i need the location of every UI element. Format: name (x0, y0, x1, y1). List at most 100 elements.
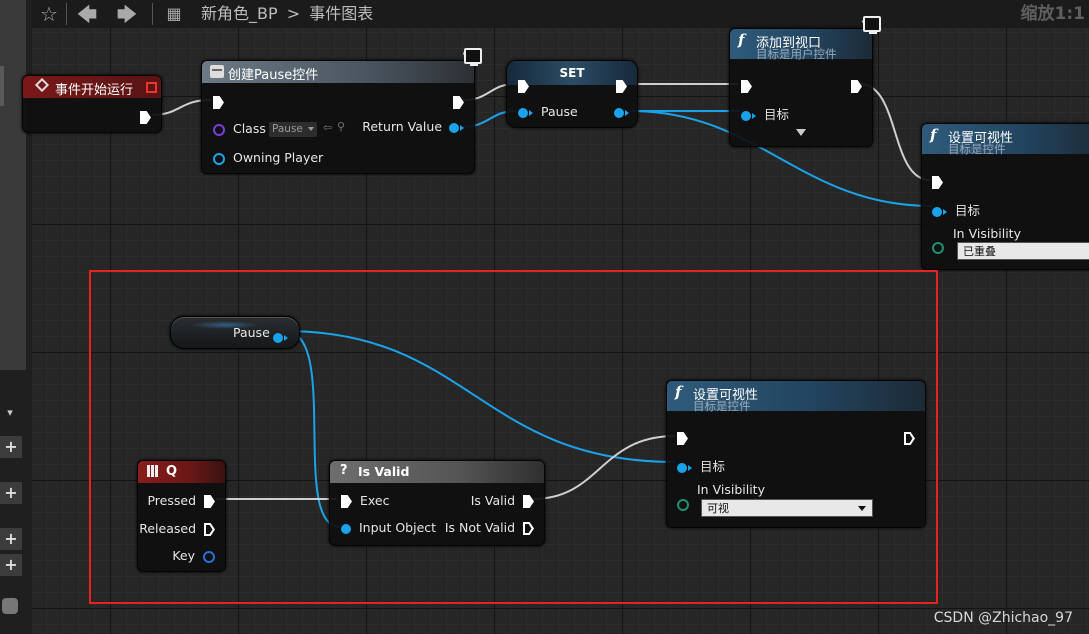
node-header: f 设置可视性 目标是控件 (667, 381, 925, 413)
set-variable-node[interactable]: SET Pause (506, 60, 638, 128)
pause-variable-node[interactable]: Pause (170, 316, 300, 349)
target-pin[interactable]: 目标 (932, 200, 980, 219)
exec-in-pin[interactable] (213, 94, 224, 109)
class-pin[interactable]: Class (213, 121, 266, 136)
pin-label: Class (232, 121, 266, 136)
function-icon: f (738, 31, 745, 49)
node-header: ? Is Valid (330, 461, 544, 483)
add-icon[interactable]: + (0, 482, 22, 504)
exec-pin-icon (523, 495, 534, 508)
delegate-pin-icon[interactable] (146, 82, 157, 93)
exec-in-pin[interactable] (741, 78, 752, 93)
exec-pin-icon (677, 432, 688, 445)
forward-arrow-icon[interactable]: 🡆 (112, 0, 142, 28)
pin-label: Owning Player (232, 150, 324, 165)
use-selected-arrow-icon[interactable]: ⇦ (323, 121, 332, 134)
pressed-pin[interactable]: Pressed (147, 493, 215, 508)
toolbar-divider (152, 3, 153, 25)
add-icon[interactable]: + (0, 528, 22, 550)
widget-icon (210, 65, 224, 78)
exec-pin-icon (523, 522, 534, 535)
folder-icon[interactable] (2, 598, 18, 614)
event-begin-play-node[interactable]: 事件开始运行 (22, 75, 162, 133)
chevron-down-icon[interactable]: ▾ (0, 404, 20, 422)
is-valid-out-pin[interactable]: Is Valid (471, 493, 534, 508)
node-header: Q (138, 461, 225, 483)
details-panel-edge (0, 0, 26, 370)
node-title: Is Valid (358, 464, 410, 479)
pin-label: Key (172, 548, 196, 563)
input-object-pin[interactable]: Input Object (341, 520, 436, 535)
graph-icon: ▦ (166, 4, 182, 23)
is-valid-node[interactable]: ? Is Valid Exec Is Valid Input Object Is… (329, 460, 545, 546)
pin-label: 目标 (699, 459, 725, 474)
class-select[interactable]: Pause (269, 122, 317, 137)
exec-out-pin[interactable] (140, 109, 151, 124)
exec-out-pin[interactable] (904, 430, 915, 445)
enum-pin-icon (932, 241, 944, 254)
breadcrumb-separator: > (286, 4, 301, 23)
browse-search-icon[interactable]: ⚲ (337, 120, 345, 133)
exec-in-pin[interactable] (677, 430, 688, 445)
set-visibility-node-bottom[interactable]: f 设置可视性 目标是控件 目标 In Visibility 可视 (666, 380, 926, 528)
add-icon[interactable]: + (0, 554, 22, 576)
add-icon[interactable]: + (0, 436, 22, 458)
released-pin[interactable]: Released (139, 521, 215, 536)
pin-label: Return Value (362, 119, 443, 134)
pin-arrow-icon (688, 464, 692, 471)
pin-arrow-icon (625, 109, 629, 116)
breadcrumb-blueprint[interactable]: 新角色_BP (201, 4, 278, 23)
create-widget-node[interactable]: 创建Pause控件 Class Pause ⇦ ⚲ Return Value O… (201, 60, 475, 174)
node-subtitle: 目标是用户控件 (756, 47, 837, 61)
pin-label: In Visibility (953, 226, 1021, 241)
server-client-icon: ϟ (462, 48, 482, 68)
pin-arrow-icon (284, 334, 288, 341)
visibility-dropdown[interactable]: 已重叠 (957, 242, 1089, 260)
star-icon[interactable]: ☆ (36, 0, 62, 28)
exec-out-pin[interactable] (616, 78, 627, 93)
pin-label: In Visibility (697, 482, 765, 497)
target-pin[interactable]: 目标 (677, 456, 725, 475)
exec-out-pin[interactable] (851, 78, 862, 93)
object-pin-icon (341, 523, 351, 534)
pause-out-pin[interactable] (614, 104, 629, 119)
pause-in-pin[interactable]: Pause (518, 104, 578, 119)
add-to-viewport-node[interactable]: f 添加到视口 目标是用户控件 目标 (729, 28, 873, 147)
node-header: f 设置可视性 目标是控件 (922, 124, 1089, 156)
exec-in-pin[interactable] (518, 78, 529, 93)
pin-arrow-icon (752, 112, 756, 119)
exec-pin-icon (140, 111, 151, 124)
breadcrumb-graph[interactable]: 事件图表 (309, 4, 373, 23)
visibility-dropdown[interactable]: 可视 (701, 499, 873, 517)
visibility-pin[interactable] (677, 496, 689, 511)
object-pin-icon (518, 107, 528, 118)
exec-in-pin[interactable] (932, 174, 943, 189)
target-pin[interactable]: 目标 (741, 104, 789, 123)
return-value-pin[interactable]: Return Value (362, 119, 464, 134)
variable-label: Pause (233, 325, 270, 340)
back-arrow-icon[interactable]: 🡄 (72, 0, 102, 28)
exec-in-pin[interactable]: Exec (341, 493, 389, 508)
is-not-valid-out-pin[interactable]: Is Not Valid (445, 520, 534, 535)
pin-label: 目标 (763, 107, 789, 122)
visibility-pin[interactable] (932, 239, 944, 254)
set-visibility-node-top[interactable]: f 设置可视性 目标是控件 目标 In Visibility 已重叠 (921, 123, 1089, 270)
pin-label: Pressed (147, 493, 197, 508)
node-subtitle: 目标是控件 (948, 142, 1006, 156)
pin-arrow-icon (460, 124, 464, 131)
object-pin-icon (273, 332, 283, 343)
exec-pin-icon (204, 523, 215, 536)
keyboard-event-q-node[interactable]: Q Pressed Released Key (137, 460, 226, 572)
node-title: 创建Pause控件 (228, 68, 319, 83)
exec-out-pin[interactable] (453, 94, 464, 109)
owning-player-pin[interactable]: Owning Player (213, 150, 323, 165)
graph-toolbar: ☆ 🡄 🡆 ▦ 新角色_BP > 事件图表 缩放1:1 (32, 0, 1089, 29)
expand-arrow-icon[interactable] (796, 129, 806, 136)
chevron-down-icon (858, 506, 866, 511)
pause-out-pin[interactable] (273, 327, 288, 346)
exec-pin-icon (851, 80, 862, 93)
object-pin-icon (449, 122, 459, 133)
panel-tab[interactable] (0, 66, 4, 106)
key-pin[interactable]: Key (172, 548, 215, 563)
object-pin-icon (213, 152, 225, 165)
